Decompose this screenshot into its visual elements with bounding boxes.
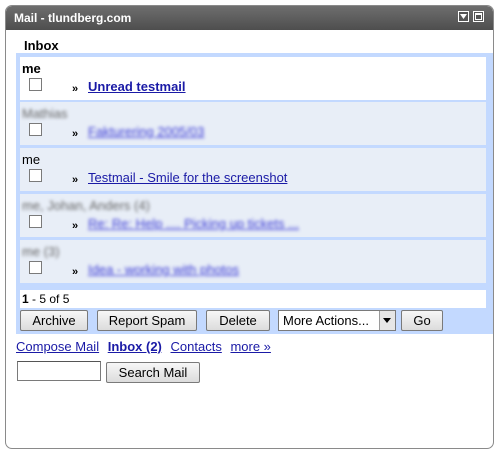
message-subject-link[interactable]: Unread testmail	[88, 79, 186, 94]
message-sender: Mathias	[22, 106, 68, 121]
report-spam-button[interactable]: Report Spam	[97, 310, 197, 331]
message-row[interactable]: me » Testmail - Smile for the screenshot	[20, 148, 486, 192]
message-sender: me (3)	[22, 244, 60, 259]
message-row[interactable]: me (3) » Idea - working with photos	[20, 240, 486, 284]
message-list: me » Unread testmail Mathias » Faktureri…	[16, 53, 493, 334]
message-row[interactable]: me » Unread testmail	[20, 57, 486, 101]
pagination-counter: 1 - 5 of 5	[20, 290, 486, 308]
double-arrow-icon: »	[72, 128, 79, 140]
archive-button[interactable]: Archive	[20, 310, 88, 331]
maximize-icon[interactable]	[473, 11, 484, 22]
double-arrow-icon: »	[72, 220, 79, 232]
gadget-titlebar: Mail - tlundberg.com	[6, 6, 493, 30]
folder-label: Inbox	[24, 38, 59, 53]
delete-button[interactable]: Delete	[206, 310, 270, 331]
message-sender: me	[22, 152, 41, 167]
mail-gadget: Mail - tlundberg.com Inbox me » Unread t…	[5, 5, 494, 449]
message-checkbox[interactable]	[29, 169, 42, 182]
double-arrow-icon: »	[72, 174, 79, 186]
message-sender: me	[22, 61, 41, 76]
message-subject-link[interactable]: Testmail - Smile for the screenshot	[88, 170, 287, 185]
gadget-title: Mail - tlundberg.com	[14, 11, 132, 25]
dropdown-menu-icon[interactable]	[458, 11, 469, 22]
compose-mail-link[interactable]: Compose Mail	[16, 339, 99, 354]
search-input[interactable]	[17, 361, 101, 381]
more-actions-select[interactable]: More Actions...	[278, 310, 396, 331]
message-checkbox[interactable]	[29, 215, 42, 228]
inbox-link[interactable]: Inbox (2)	[108, 339, 162, 354]
pagination-range: 1	[22, 292, 29, 306]
more-link[interactable]: more »	[230, 339, 270, 354]
chevron-down-icon[interactable]	[379, 311, 395, 330]
message-subject-link[interactable]: Re: Re: Help .... Picking up tickets ...	[88, 216, 299, 231]
message-row[interactable]: me, Johan, Anders (4) » Re: Re: Help ...…	[20, 194, 486, 238]
more-actions-value: More Actions...	[283, 313, 369, 328]
double-arrow-icon: »	[72, 266, 79, 278]
message-checkbox[interactable]	[29, 78, 42, 91]
go-button[interactable]: Go	[401, 310, 443, 331]
search-mail-button[interactable]: Search Mail	[106, 362, 200, 383]
footer-links: Compose Mail Inbox (2) Contacts more »	[16, 339, 276, 354]
message-subject-link[interactable]: Fakturering 2005/03	[88, 124, 204, 139]
double-arrow-icon: »	[72, 83, 79, 95]
message-sender: me, Johan, Anders (4)	[22, 198, 150, 213]
message-row[interactable]: Mathias » Fakturering 2005/03	[20, 102, 486, 146]
pagination-total: - 5 of 5	[32, 292, 70, 306]
message-checkbox[interactable]	[29, 261, 42, 274]
message-subject-link[interactable]: Idea - working with photos	[88, 262, 239, 277]
message-checkbox[interactable]	[29, 123, 42, 136]
contacts-link[interactable]: Contacts	[171, 339, 222, 354]
